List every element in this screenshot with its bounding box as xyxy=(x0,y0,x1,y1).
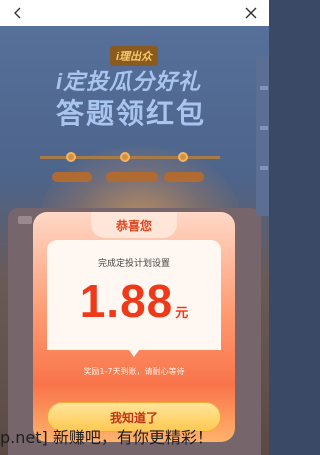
dialog-title: 恭喜您 xyxy=(115,219,152,233)
chevron-left-icon xyxy=(14,7,21,19)
side-panel-line xyxy=(260,126,268,130)
progress-step-label xyxy=(106,172,158,182)
got-it-button-label: 我知道了 xyxy=(109,410,158,425)
dialog-subtitle: 完成定投计划设置 xyxy=(97,259,170,269)
progress-step-label xyxy=(52,172,92,182)
close-icon xyxy=(245,7,257,19)
progress-step-label xyxy=(164,172,204,182)
watermark-text: p.net] 新赚吧，有你更精彩！ xyxy=(0,428,213,447)
close-button[interactable] xyxy=(238,0,264,26)
reward-amount-value: 1.88 xyxy=(79,275,174,327)
reward-amount-unit: 元 xyxy=(175,306,189,321)
dialog-paper-notch xyxy=(124,343,144,357)
reward-amount: 1.88 元 xyxy=(47,274,221,328)
banner-title-line2: 答题领红包 xyxy=(56,98,207,129)
progress-step-dot xyxy=(66,152,76,162)
dialog-card: 恭喜您 完成定投计划设置 1.88 元 奖励1-7天到账，请耐心等待 我知道了 xyxy=(33,212,235,442)
progress-step-dot xyxy=(178,152,188,162)
progress-step-dot xyxy=(120,152,130,162)
back-button[interactable] xyxy=(5,0,31,26)
side-panel-line xyxy=(260,86,268,90)
reward-note: 奖励1-7天到账，请耐心等待 xyxy=(83,367,185,376)
reward-dialog: 恭喜您 完成定投计划设置 1.88 元 奖励1-7天到账，请耐心等待 我知道了 xyxy=(33,212,235,447)
side-panel-line xyxy=(260,166,268,170)
top-nav-bar xyxy=(0,0,269,26)
background-card-title xyxy=(18,216,32,224)
event-logo: i理出众 xyxy=(110,46,159,66)
side-panel xyxy=(256,56,269,216)
